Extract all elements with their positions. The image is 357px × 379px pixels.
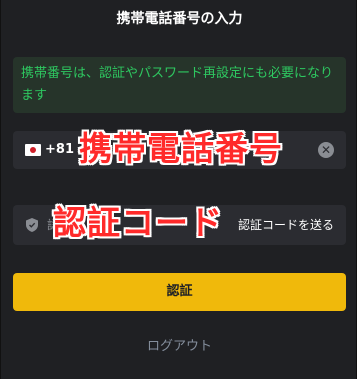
phone-input-dialog: 携帯電話番号の入力 携帯番号は、認証やパスワード再設定にも必要になります +81… xyxy=(0,0,357,379)
send-code-button[interactable]: 認証コードを送る xyxy=(238,215,334,235)
shield-icon xyxy=(26,218,38,232)
japan-flag-icon[interactable] xyxy=(25,144,41,156)
info-notice: 携帯番号は、認証やパスワード再設定にも必要になります xyxy=(13,57,346,113)
code-annotation-overlay: 認証コード xyxy=(53,203,223,242)
country-code-selector[interactable]: +81 xyxy=(45,140,74,160)
dialog-title: 携帯電話番号の入力 xyxy=(116,11,243,27)
logout-link[interactable]: ログアウト xyxy=(1,337,357,357)
phone-annotation-overlay: 携帯電話番号 xyxy=(79,129,283,168)
clear-icon[interactable]: ✕ xyxy=(318,142,334,158)
verify-button[interactable]: 認証 xyxy=(13,273,346,311)
